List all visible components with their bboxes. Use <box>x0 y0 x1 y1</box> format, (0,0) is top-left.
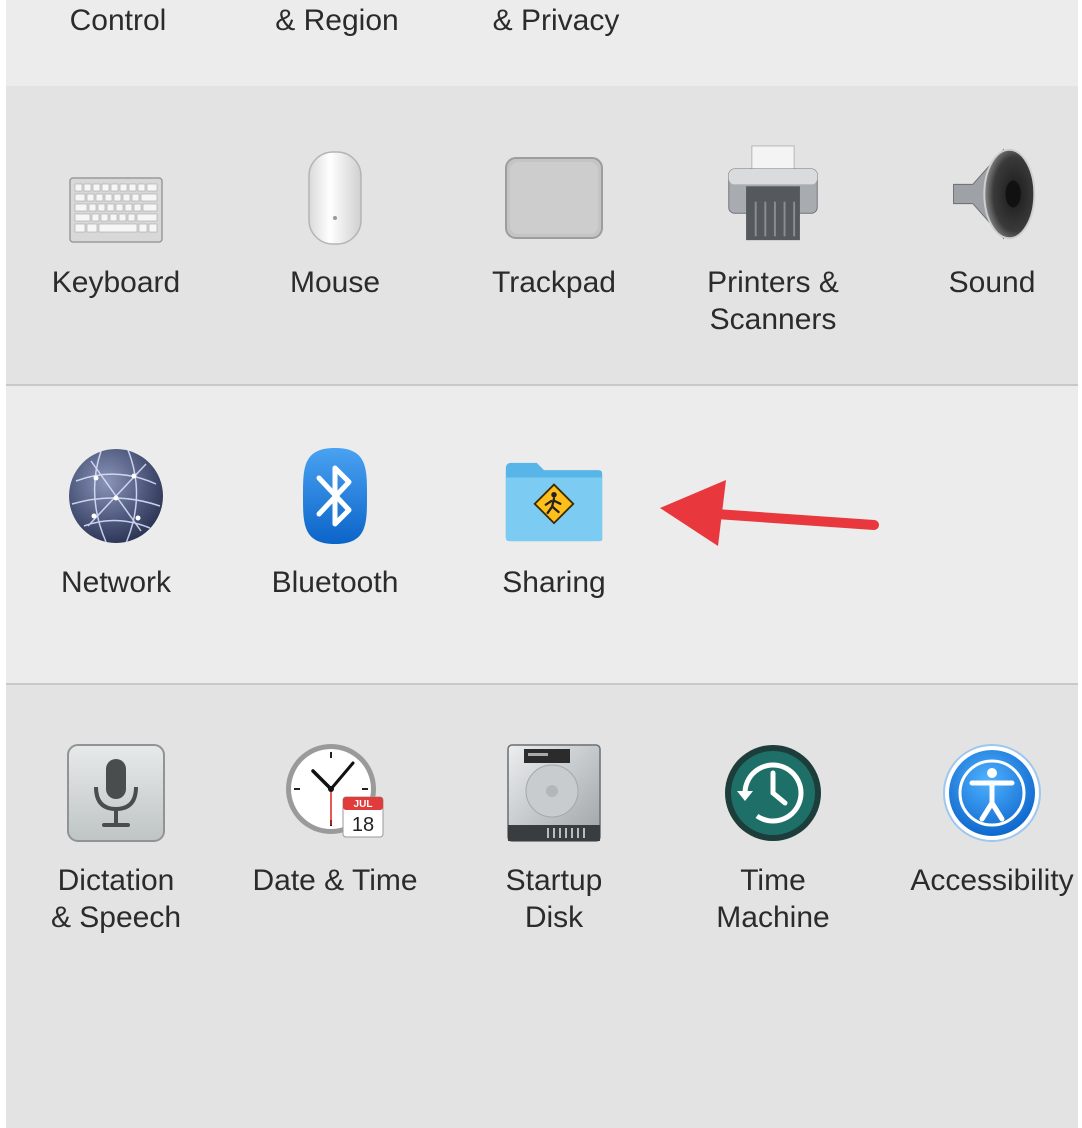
pane-label: Network <box>60 566 172 599</box>
time-machine-icon <box>725 745 821 841</box>
pane-trackpad[interactable]: Trackpad <box>454 86 654 376</box>
clock-icon: JUL 18 <box>286 744 384 838</box>
pane-mouse[interactable]: Mouse <box>235 86 435 376</box>
pane-label: Startup Disk <box>505 864 603 934</box>
pane-startup-disk[interactable]: Startup Disk <box>454 685 654 975</box>
pane-label: Mouse <box>289 266 381 299</box>
pane-label: Sharing <box>502 566 606 599</box>
pane-sharing[interactable]: Sharing <box>454 386 654 676</box>
red-arrow-icon <box>660 480 879 546</box>
calendar-day: 18 <box>352 814 374 836</box>
pane-label: Trackpad <box>492 266 616 299</box>
pane-printers-scanners[interactable]: Printers & Scanners <box>673 86 873 376</box>
section-system: Dictation & Speech JUL 18 Date & Time St… <box>6 685 1078 1128</box>
calendar-month: JUL <box>354 799 373 810</box>
bluetooth-icon <box>303 448 367 544</box>
pane-dictation-speech[interactable]: Dictation & Speech <box>16 685 216 975</box>
keyboard-icon <box>69 177 163 243</box>
accessibility-icon <box>943 744 1041 842</box>
pane-label: Keyboard <box>51 266 181 299</box>
pane-label-privacy[interactable]: & Privacy <box>456 4 656 38</box>
system-preferences-panel: Control & Region & Privacy Keyboard Mous… <box>6 0 1078 1128</box>
microphone-icon <box>67 744 165 842</box>
sharing-folder-icon <box>505 462 603 542</box>
printer-icon <box>728 145 818 241</box>
pane-label-control[interactable]: Control <box>18 4 218 38</box>
mouse-icon <box>308 151 362 245</box>
section-hardware: Keyboard Mouse Trackpad Printers & Scann… <box>6 86 1078 386</box>
pane-keyboard[interactable]: Keyboard <box>16 86 216 376</box>
pane-sound[interactable]: Sound <box>892 86 1078 376</box>
pane-label: Time Machine <box>716 864 830 934</box>
pane-label: Sound <box>948 266 1036 299</box>
pane-label: Dictation & Speech <box>50 864 182 934</box>
pane-label-region[interactable]: & Region <box>237 4 437 38</box>
section-internet-wireless: Network Bluetooth Sharing <box>6 386 1078 685</box>
pane-label: Accessibility <box>910 864 1074 897</box>
pane-label: Printers & Scanners <box>707 266 839 336</box>
section-personal: Control & Region & Privacy <box>6 0 1078 88</box>
pane-label: Date & Time <box>252 864 418 897</box>
pane-time-machine[interactable]: Time Machine <box>673 685 873 975</box>
speaker-icon <box>953 148 1036 240</box>
pane-accessibility[interactable]: Accessibility <box>892 685 1078 975</box>
trackpad-icon <box>505 157 603 239</box>
pane-date-time[interactable]: JUL 18 Date & Time <box>235 685 435 975</box>
globe-icon <box>69 449 163 544</box>
pane-label: Bluetooth <box>271 566 399 599</box>
pane-bluetooth[interactable]: Bluetooth <box>235 386 435 676</box>
pane-network[interactable]: Network <box>16 386 216 676</box>
hard-disk-icon <box>507 744 601 842</box>
